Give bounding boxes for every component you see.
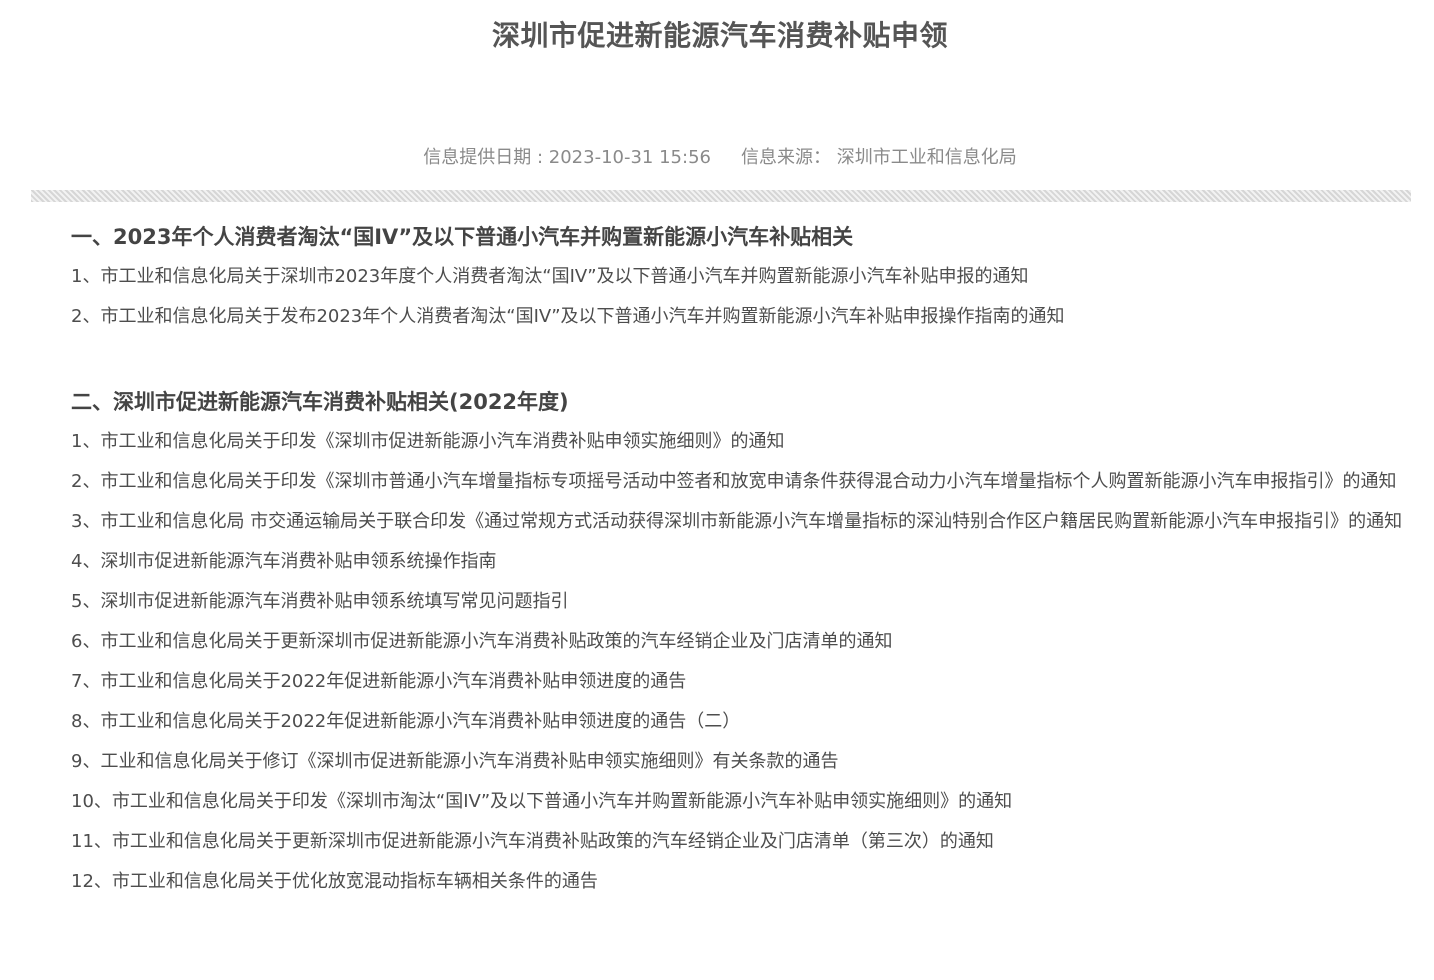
title-divider — [31, 190, 1411, 202]
list-item-link[interactable]: 11、市工业和信息化局关于更新深圳市促进新能源小汽车消费补贴政策的汽车经销企业及… — [31, 822, 1411, 862]
publish-date: 信息提供日期 : 2023-10-31 15:56 — [423, 147, 711, 168]
article-body: 一、2023年个人消费者淘汰“国IV”及以下普通小汽车并购置新能源小汽车补贴相关… — [31, 217, 1411, 902]
section-heading: 二、深圳市促进新能源汽车消费补贴相关(2022年度) — [71, 390, 569, 414]
list-item-link[interactable]: 8、市工业和信息化局关于2022年促进新能源小汽车消费补贴申领进度的通告（二） — [31, 702, 1411, 742]
section-heading: 一、2023年个人消费者淘汰“国IV”及以下普通小汽车并购置新能源小汽车补贴相关 — [71, 225, 854, 249]
article-meta: 信息提供日期 : 2023-10-31 15:56 信息来源： 深圳市工业和信息化… — [0, 144, 1434, 172]
section-2022: 二、深圳市促进新能源汽车消费补贴相关(2022年度) 1、市工业和信息化局关于印… — [31, 382, 1411, 902]
list-item-link[interactable]: 3、市工业和信息化局 市交通运输局关于联合印发《通过常规方式活动获得深圳市新能源… — [31, 502, 1411, 542]
list-item-link[interactable]: 7、市工业和信息化局关于2022年促进新能源小汽车消费补贴申领进度的通告 — [31, 662, 1411, 702]
section-2023: 一、2023年个人消费者淘汰“国IV”及以下普通小汽车并购置新能源小汽车补贴相关… — [31, 217, 1411, 337]
list-item-link[interactable]: 4、深圳市促进新能源汽车消费补贴申领系统操作指南 — [31, 542, 1411, 582]
list-item-link[interactable]: 1、市工业和信息化局关于深圳市2023年度个人消费者淘汰“国IV”及以下普通小汽… — [31, 257, 1411, 297]
list-item-link[interactable]: 5、深圳市促进新能源汽车消费补贴申领系统填写常见问题指引 — [31, 582, 1411, 622]
list-item-link[interactable]: 2、市工业和信息化局关于印发《深圳市普通小汽车增量指标专项摇号活动中签者和放宽申… — [31, 462, 1411, 502]
info-source: 信息来源： 深圳市工业和信息化局 — [740, 147, 1017, 168]
page-title: 深圳市促进新能源汽车消费补贴申领 — [491, 19, 948, 52]
list-item-link[interactable]: 2、市工业和信息化局关于发布2023年个人消费者淘汰“国IV”及以下普通小汽车并… — [31, 297, 1411, 337]
list-item-link[interactable]: 10、市工业和信息化局关于印发《深圳市淘汰“国IV”及以下普通小汽车并购置新能源… — [31, 782, 1411, 822]
list-item-link[interactable]: 6、市工业和信息化局关于更新深圳市促进新能源小汽车消费补贴政策的汽车经销企业及门… — [31, 622, 1411, 662]
list-item-link[interactable]: 12、市工业和信息化局关于优化放宽混动指标车辆相关条件的通告 — [31, 862, 1411, 902]
list-item-link[interactable]: 1、市工业和信息化局关于印发《深圳市促进新能源小汽车消费补贴申领实施细则》的通知 — [31, 422, 1411, 462]
list-item-link[interactable]: 9、工业和信息化局关于修订《深圳市促进新能源小汽车消费补贴申领实施细则》有关条款… — [31, 742, 1411, 782]
